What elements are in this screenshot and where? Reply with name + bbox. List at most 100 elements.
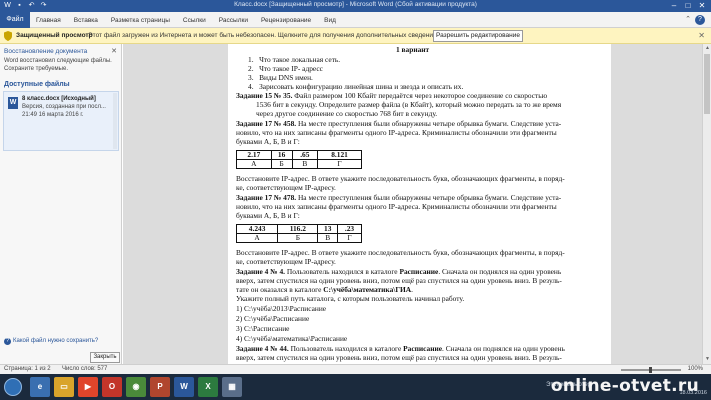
table-cell: Г [337,233,362,243]
file-version-text: Версия, созданная при посл... [22,104,106,110]
table-cell: В [291,159,319,169]
close-window-icon[interactable]: ✕ [695,0,709,11]
document-page[interactable]: 1 вариант 1. Что такое локальная сеть. 2… [228,44,611,364]
task-paragraph: Задание 17 № 478. На месте преступления … [236,193,562,202]
close-pane-button[interactable]: Закрыть [90,352,120,363]
task-paragraph: ке, соответствующем IP-адресу. [236,183,336,192]
recovery-description: Word восстановил следующие файлы. Сохран… [4,58,112,72]
opera-icon[interactable]: O [102,377,122,397]
answer-option: 1) С:\учёба\2013\Расписание [236,304,327,313]
word-count[interactable]: Число слов: 577 [62,366,107,372]
enable-editing-button[interactable]: Разрешить редактирование [433,30,523,42]
variant-heading: 1 вариант [396,45,430,54]
tab-file[interactable]: Файл [0,12,30,28]
chrome-icon[interactable]: ◉ [126,377,146,397]
fragments-table: 2.17 16 .65 8.121 А Б В Г [236,150,362,169]
task-paragraph: Задание 15 № 35. Файл размером 100 Кбайт… [236,91,548,100]
maximize-icon[interactable]: □ [681,0,695,11]
window-controls: – □ ✕ [667,0,709,11]
vertical-scrollbar[interactable]: ▲ ▼ [702,44,711,364]
protected-view-label: Защищенный просмотр [16,32,93,39]
tab-insert[interactable]: Вставка [74,17,98,24]
shield-icon [4,31,12,41]
zoom-slider-thumb[interactable] [649,367,652,373]
help-icon[interactable]: ? [695,15,705,25]
recovered-file-name: 8 класс.docx [Исходный] [22,96,96,102]
task-paragraph: Задание 4 № 4. Пользователь находился в … [236,267,562,276]
scroll-up-icon[interactable]: ▲ [703,44,711,53]
scroll-thumb[interactable] [704,54,710,114]
help-link-text[interactable]: Какой файл нужно сохранить? [13,338,98,344]
ribbon-tab-list: Главная Вставка Разметка страницы Ссылки… [36,12,336,28]
powerpoint-icon[interactable]: P [150,377,170,397]
close-bar-icon[interactable]: ✕ [698,31,705,40]
recovered-file-version: Версия, созданная при посл... 21:49 16 м… [22,104,116,119]
question-icon: ? [4,338,11,345]
ie-icon[interactable]: e [30,377,50,397]
task-paragraph: новило, что на них записаны фрагменты од… [236,128,557,137]
available-files-heading: Доступные файлы [4,81,70,88]
zoom-level[interactable]: 100% [688,366,703,372]
clock-date[interactable]: 18.03.2016 [679,390,707,396]
app-icon[interactable]: ▦ [222,377,242,397]
protected-view-message[interactable]: Этот файл загружен из Интернета и может … [88,32,438,39]
tab-review[interactable]: Рецензирование [261,17,311,24]
pane-close-icon[interactable]: ✕ [111,47,117,55]
file-date-text: 21:49 16 марта 2016 г. [22,111,84,118]
file-list-scrollbar[interactable] [113,93,117,149]
task-paragraph: буквами А, Б, В и Г: [236,211,300,220]
answer-option: 4) С:\учёба\математика\Расписание [236,334,348,343]
task-paragraph: Восстановите IP-адрес. В ответе укажите … [236,248,565,257]
window-title: Класс.docx [Защищенный просмотр] - Micro… [234,1,477,8]
title-bar: W ▪ ↶ ↷ Класс.docx [Защищенный просмотр]… [0,0,711,12]
fragments-table: 4.243 116.2 13 .23 А Б В Г [235,224,362,243]
list-item: 2. Что такое IP- адресс [248,64,323,73]
task-paragraph: через другое соединение со скоростью 768… [256,109,438,118]
media-player-icon[interactable]: ▶ [78,377,98,397]
list-item: 4. Зарисовать конфигурацию линейная шина… [248,82,464,91]
task-paragraph: Восстановите IP-адрес. В ответе укажите … [236,174,565,183]
recovered-file-item[interactable]: W 8 класс.docx [Исходный] Версия, создан… [3,91,119,151]
tab-references[interactable]: Ссылки [183,17,206,24]
tab-home[interactable]: Главная [36,17,61,24]
task-paragraph: Задание 17 № 458. На месте преступления … [236,119,562,128]
task-paragraph: тате он оказался в каталоге С:\учёба\мат… [236,285,413,294]
watermark-text: online-otvet.ru [550,376,699,396]
tab-page-layout[interactable]: Разметка страницы [111,17,170,24]
task-paragraph: 1536 бит в секунду. Определите размер фа… [256,100,562,109]
zoom-slider[interactable] [621,367,681,373]
word-document-icon: W [8,97,18,109]
tab-view[interactable]: Вид [324,17,336,24]
taskbar-apps: e ▭ ▶ O ◉ P W X ▦ [30,377,242,397]
ribbon-collapse-icon[interactable]: ⌃ [685,15,691,23]
excel-icon[interactable]: X [198,377,218,397]
table-cell: Б [270,159,293,169]
list-item: 3. Виды DNS имен. [248,73,313,82]
taskbar: e ▭ ▶ O ◉ P W X ▦ Этот компьютер online-… [0,374,711,400]
list-item: 1. Что такое локальная сеть. [248,55,341,64]
task-paragraph: буквами А, Б, В и Г: [236,137,300,146]
task-paragraph: новило, что на них записаны фрагменты од… [236,202,557,211]
ribbon-tabs: Файл Главная Вставка Разметка страницы С… [0,12,711,28]
tab-mailings[interactable]: Рассылки [219,17,248,24]
minimize-icon[interactable]: – [667,0,681,11]
recovery-heading: Восстановление документа [4,48,88,55]
document-area: 1 вариант 1. Что такое локальная сеть. 2… [123,44,711,364]
protected-view-bar: Защищенный просмотр Этот файл загружен и… [0,28,711,44]
word-taskbar-icon[interactable]: W [174,377,194,397]
task-paragraph: ке, соответствующем IP-адресу. [236,257,336,266]
start-button-icon[interactable] [4,378,22,396]
table-cell: В [317,233,339,243]
table-cell: Г [317,159,362,169]
table-cell: Б [277,233,319,243]
table-cell: А [236,159,272,169]
document-recovery-pane: Восстановление документа ✕ Word восстано… [0,44,122,364]
scroll-down-icon[interactable]: ▼ [703,355,711,364]
help-link[interactable]: ? Какой файл нужно сохранить? [4,338,98,345]
folder-icon[interactable]: ▭ [54,377,74,397]
answer-option: 3) С:\Расписание [236,324,290,333]
page-indicator[interactable]: Страница: 1 из 2 [4,366,51,372]
answer-option: 2) С:\учёба\Расписание [236,314,310,323]
table-cell: А [235,233,279,243]
task-paragraph: Укажите полный путь каталога, с которым … [236,294,465,303]
